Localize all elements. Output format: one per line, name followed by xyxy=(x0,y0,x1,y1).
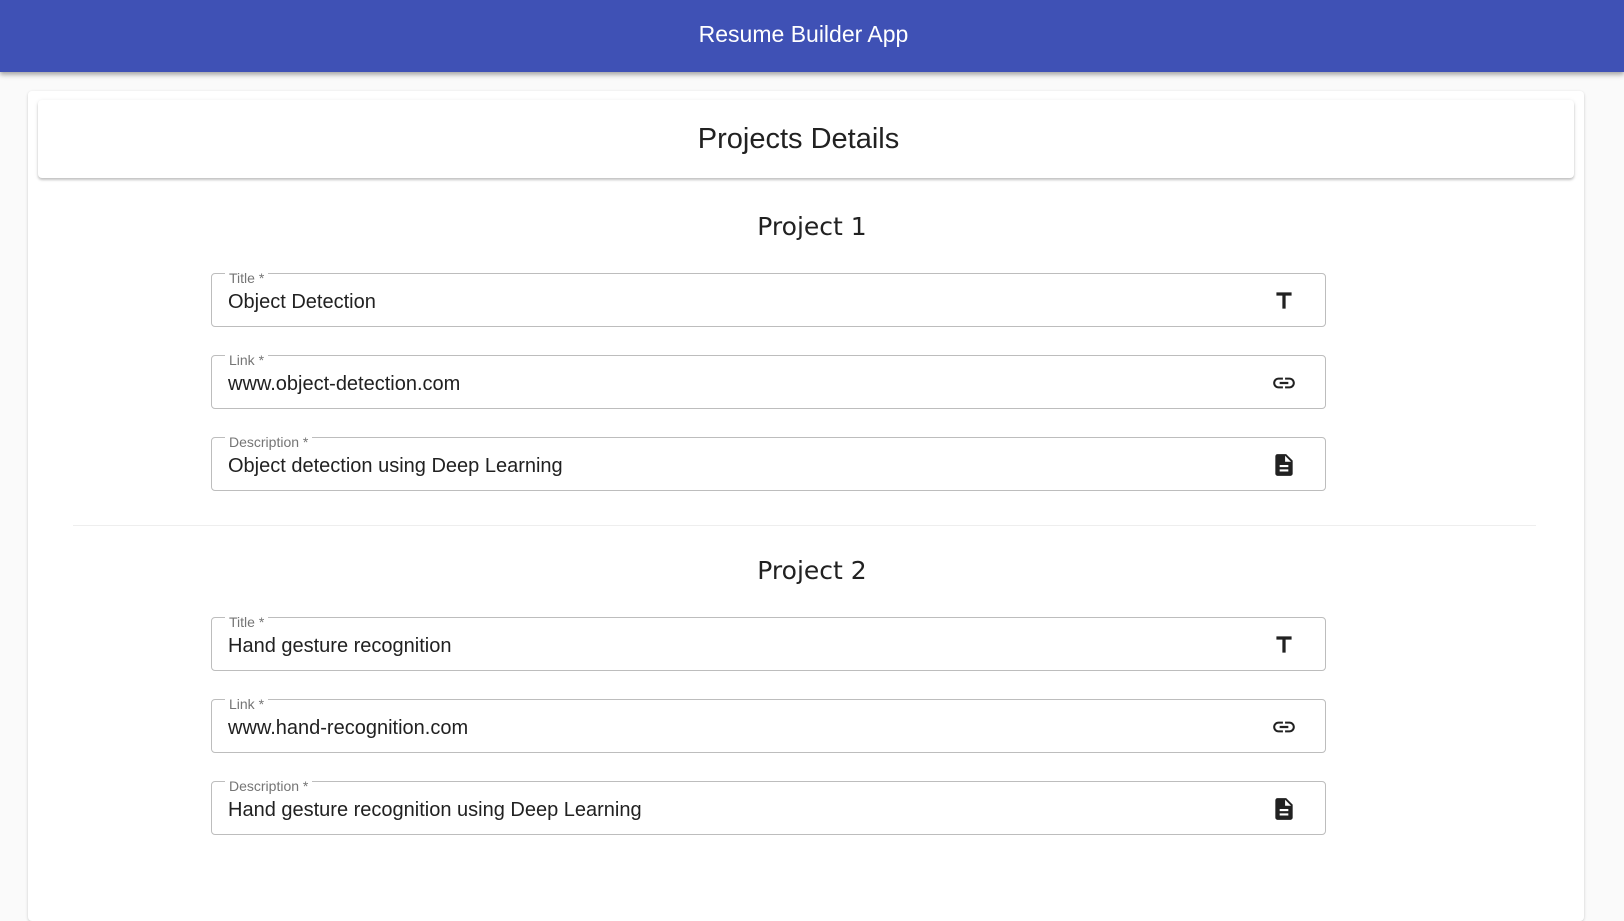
project-1-title-label: Title * xyxy=(225,270,269,286)
project-1-heading: Project 1 xyxy=(757,212,867,241)
project-2-heading: Project 2 xyxy=(757,556,867,585)
section-header-card: Projects Details xyxy=(38,100,1574,178)
project-2-link-value[interactable]: www.hand-recognition.com xyxy=(228,717,468,740)
app-bar: Resume Builder App xyxy=(0,0,1624,72)
project-2-link-label: Link * xyxy=(225,696,269,712)
project-2-title-field[interactable]: Title * Hand gesture recognition xyxy=(211,614,1326,671)
project-2-description-field[interactable]: Description * Hand gesture recognition u… xyxy=(211,778,1326,835)
project-2-title-value[interactable]: Hand gesture recognition xyxy=(228,635,451,658)
app-title: Resume Builder App xyxy=(698,20,909,47)
description-icon xyxy=(1271,796,1297,822)
link-icon xyxy=(1271,714,1297,740)
project-1-title-field[interactable]: Title * Object Detection xyxy=(211,270,1326,327)
project-1-description-label: Description * xyxy=(225,434,313,450)
link-icon xyxy=(1271,370,1297,396)
title-icon xyxy=(1271,632,1297,658)
project-1-description-value[interactable]: Object detection using Deep Learning xyxy=(228,455,563,478)
title-icon xyxy=(1271,288,1297,314)
description-icon xyxy=(1271,452,1297,478)
project-1-title-value[interactable]: Object Detection xyxy=(228,291,376,314)
project-1-link-field[interactable]: Link * www.object-detection.com xyxy=(211,352,1326,409)
project-2-description-value[interactable]: Hand gesture recognition using Deep Lear… xyxy=(228,799,642,822)
project-1-description-field[interactable]: Description * Object detection using Dee… xyxy=(211,434,1326,491)
section-title: Projects Details xyxy=(697,122,900,155)
project-1-link-value[interactable]: www.object-detection.com xyxy=(228,373,460,396)
project-2-link-field[interactable]: Link * www.hand-recognition.com xyxy=(211,696,1326,753)
project-2-description-label: Description * xyxy=(225,778,313,794)
project-2-title-label: Title * xyxy=(225,614,269,630)
project-1-link-label: Link * xyxy=(225,352,269,368)
project-divider xyxy=(73,525,1536,526)
